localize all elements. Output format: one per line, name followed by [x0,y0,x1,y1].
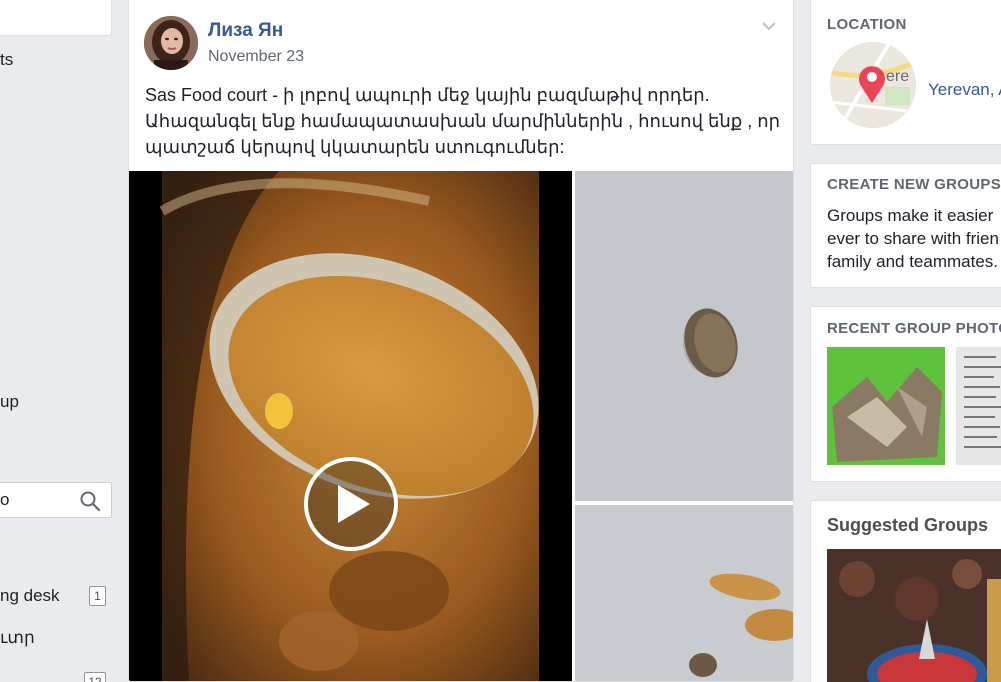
play-icon [338,485,370,523]
photo-image [956,347,1001,465]
desc-line: family and teammates. [827,252,999,271]
post-author-name[interactable]: Лиза Ян [208,20,283,42]
location-card: LOCATION ere Yerevan, A [810,0,1001,145]
post-photo-1[interactable] [575,171,793,501]
post-text-line: Sas Food court - ի լոբով ապուրի մեջ կայի… [145,85,710,105]
sidebar-item-last-count: 12 [84,672,106,682]
suggested-group-image[interactable] [827,549,1001,682]
post-timestamp[interactable]: November 23 [208,48,304,66]
sidebar-item-top[interactable]: ts [0,50,13,70]
photo-image [827,347,945,465]
post-text-line: պատշաճ կերպով կկատարեն ստուգումներ: [145,137,565,157]
left-sidebar: ts up o ng desk 1 ւտր 12 [0,0,112,682]
location-heading: LOCATION [827,16,907,33]
desc-line: ever to share with frien [827,229,999,248]
recent-photo-thumbnail[interactable] [956,347,1001,465]
recent-photo-thumbnail[interactable] [827,347,945,465]
video-thumbnail-image [129,171,572,681]
post-card: Лиза Ян November 23 Sas Food court - ի լ… [128,0,794,682]
create-groups-card: CREATE NEW GROUPS Groups make it easier … [810,163,1001,288]
location-map[interactable]: ere [830,42,916,128]
create-groups-heading: CREATE NEW GROUPS [827,176,1001,193]
suggested-groups-title: Suggested Groups [827,515,989,535]
post-text-line: Ահազանգել ենք համապատասխան մարմիններին ,… [145,111,781,131]
search-icon[interactable] [79,490,101,512]
post-body-text: Sas Food court - ի լոբով ապուրի մեջ կայի… [145,82,785,160]
group-search-field[interactable]: o [0,482,112,518]
photo-image [575,171,793,501]
photo-image [827,549,1001,682]
recent-photos-heading: RECENT GROUP PHOTO [827,320,1001,337]
suggested-groups-card: Suggested Groups [810,500,1001,682]
desc-line: Groups make it easier [827,206,994,225]
sidebar-item-group[interactable]: up [0,392,19,412]
post-photo-2[interactable] [575,505,793,681]
location-link[interactable]: Yerevan, A [928,80,1001,100]
chevron-down-icon[interactable] [761,18,777,34]
group-search-value: o [0,490,10,509]
left-top-box [0,0,112,36]
sidebar-item-last[interactable]: ւտր [0,628,35,648]
map-pin-icon [859,66,885,103]
create-groups-description: Groups make it easier ever to share with… [827,204,1001,273]
map-label: ere [886,68,910,85]
recent-photos-card: RECENT GROUP PHOTO [810,306,1001,482]
play-video-button[interactable] [304,457,398,551]
author-avatar[interactable] [144,16,198,70]
sidebar-item-desk-count: 1 [89,586,106,606]
post-video[interactable] [129,171,572,681]
photo-image [575,505,793,681]
sidebar-item-desk[interactable]: ng desk [0,586,60,606]
